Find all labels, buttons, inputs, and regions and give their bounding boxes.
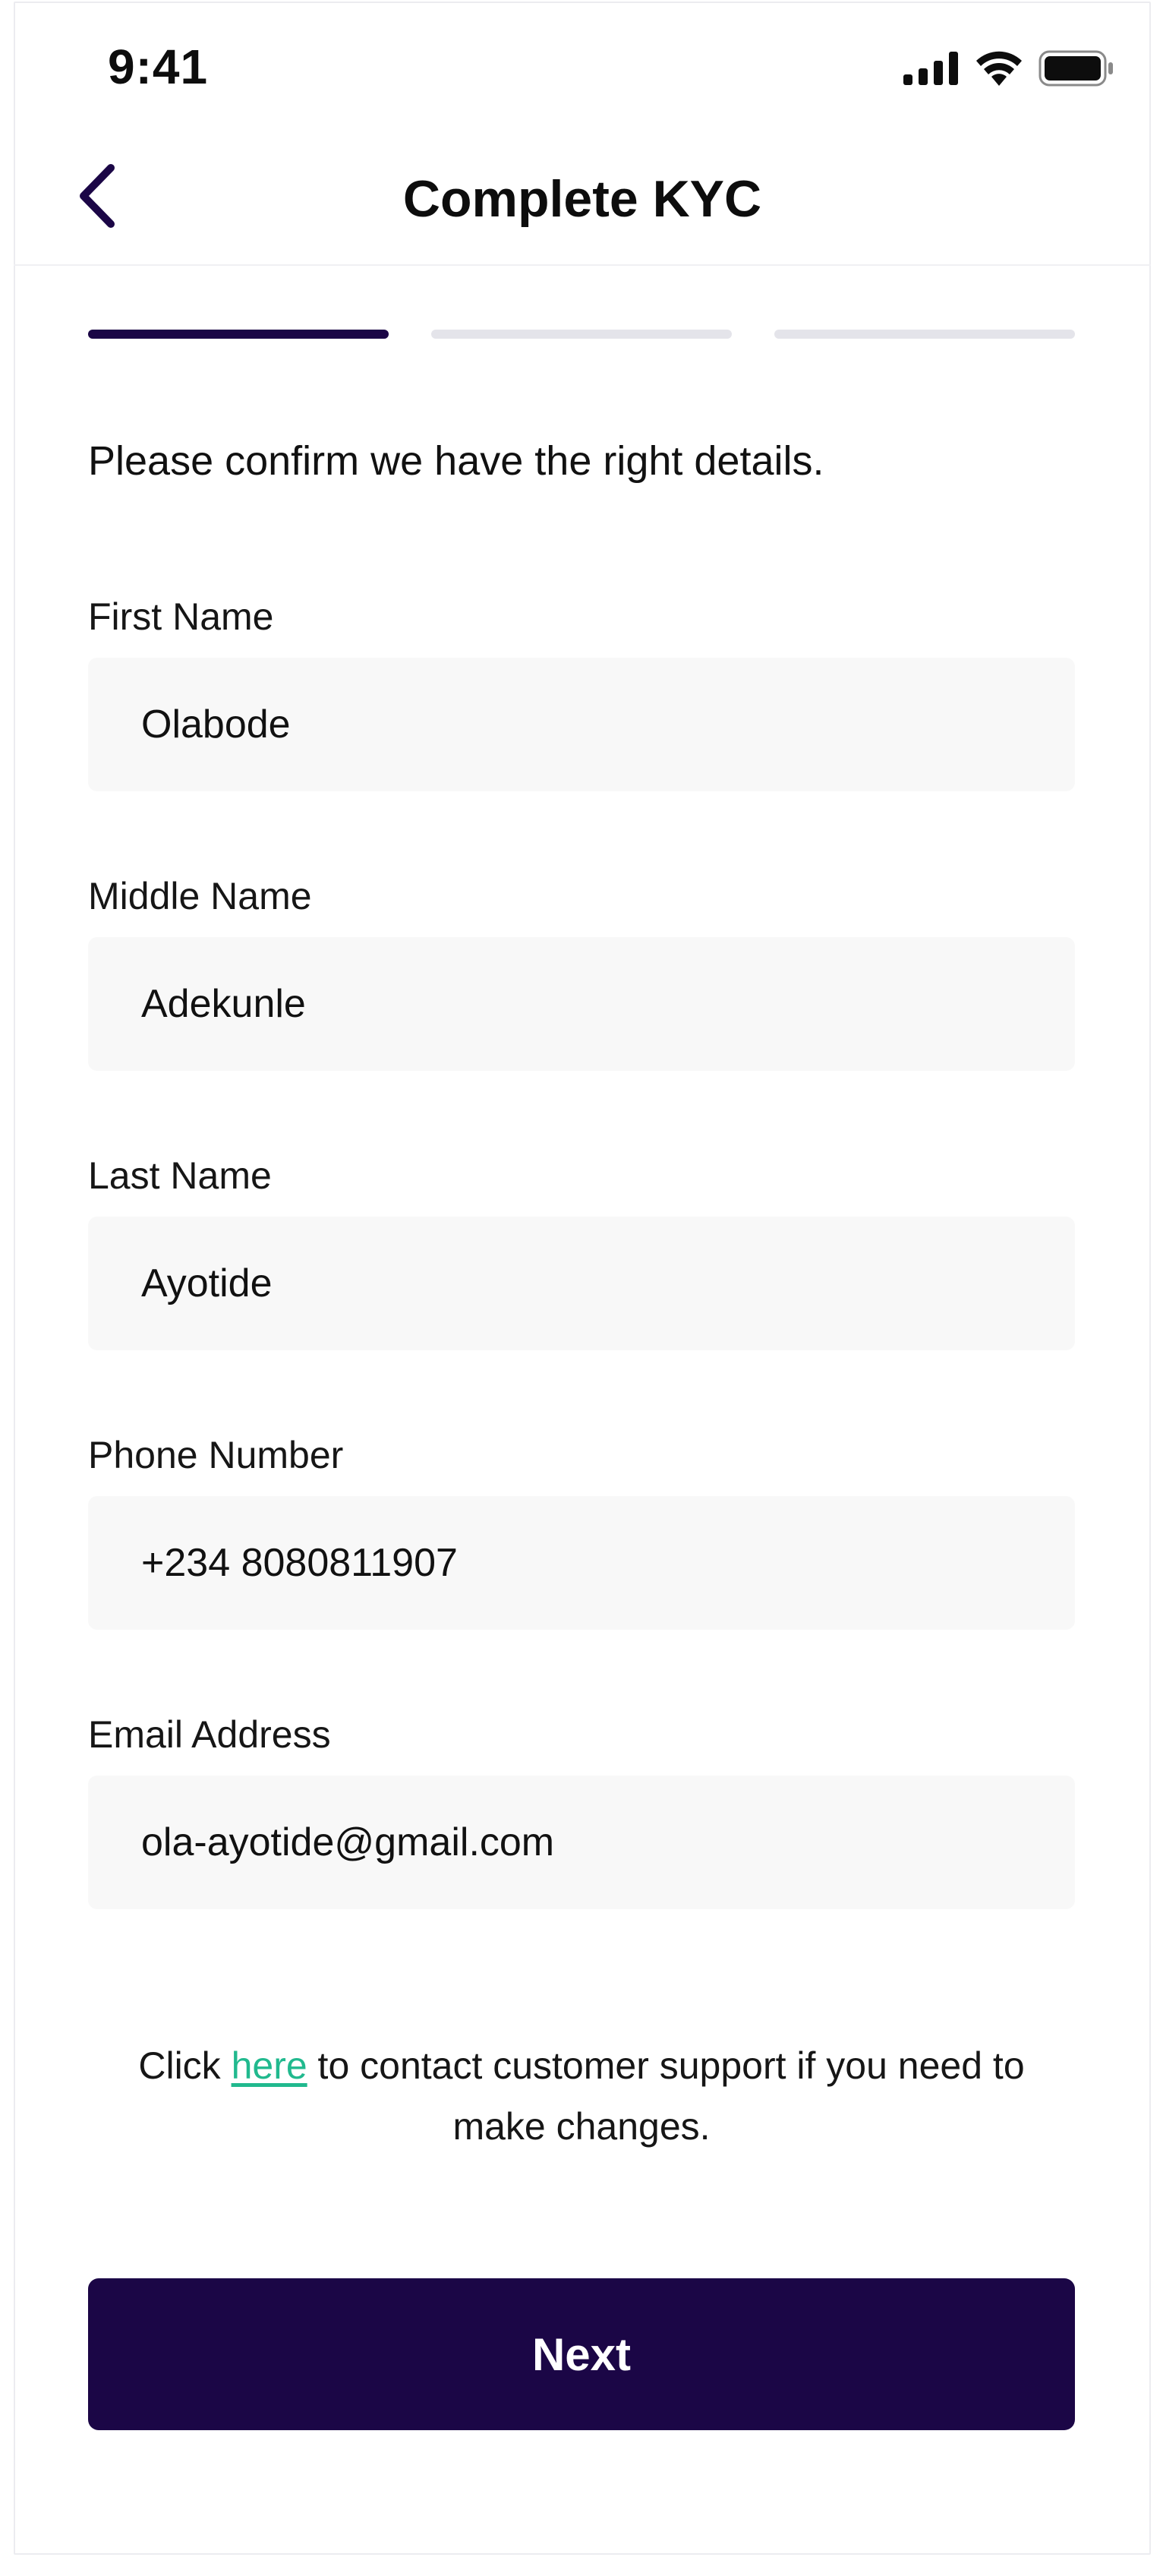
phone-number-group: Phone Number: [88, 1431, 1075, 1630]
support-text-suffix: to contact customer support if you need …: [307, 2044, 1025, 2148]
support-text-prefix: Click: [138, 2044, 232, 2087]
status-bar: 9:41: [0, 0, 1163, 137]
email-field[interactable]: [88, 1776, 1075, 1909]
support-link[interactable]: here: [232, 2044, 307, 2087]
email-address-group: Email Address: [88, 1710, 1075, 1909]
email-address-label: Email Address: [88, 1713, 331, 1756]
progress-step-1: [88, 330, 389, 339]
middle-name-label: Middle Name: [88, 875, 312, 917]
progress-step-2: [431, 330, 732, 339]
middle-name-group: Middle Name: [88, 872, 1075, 1071]
first-name-field[interactable]: [88, 658, 1075, 791]
last-name-label: Last Name: [88, 1154, 272, 1197]
first-name-group: First Name: [88, 592, 1075, 791]
status-icons: [903, 50, 1114, 90]
nav-bar: Complete KYC: [14, 137, 1151, 266]
intro-text: Please confirm we have the right details…: [88, 438, 824, 484]
status-time: 9:41: [108, 39, 209, 94]
page-title: Complete KYC: [402, 170, 762, 228]
support-note: Click here to contact customer support i…: [88, 2035, 1075, 2157]
progress-step-3: [774, 330, 1075, 339]
first-name-label: First Name: [88, 595, 274, 638]
cellular-signal-icon: [903, 52, 960, 89]
middle-name-field[interactable]: [88, 937, 1075, 1071]
progress-steps: [88, 330, 1075, 339]
last-name-group: Last Name: [88, 1151, 1075, 1350]
battery-icon: [1039, 50, 1114, 90]
next-button[interactable]: Next: [88, 2278, 1075, 2430]
wifi-icon: [975, 51, 1023, 90]
phone-number-field[interactable]: [88, 1496, 1075, 1630]
last-name-field[interactable]: [88, 1217, 1075, 1350]
phone-number-label: Phone Number: [88, 1434, 344, 1476]
